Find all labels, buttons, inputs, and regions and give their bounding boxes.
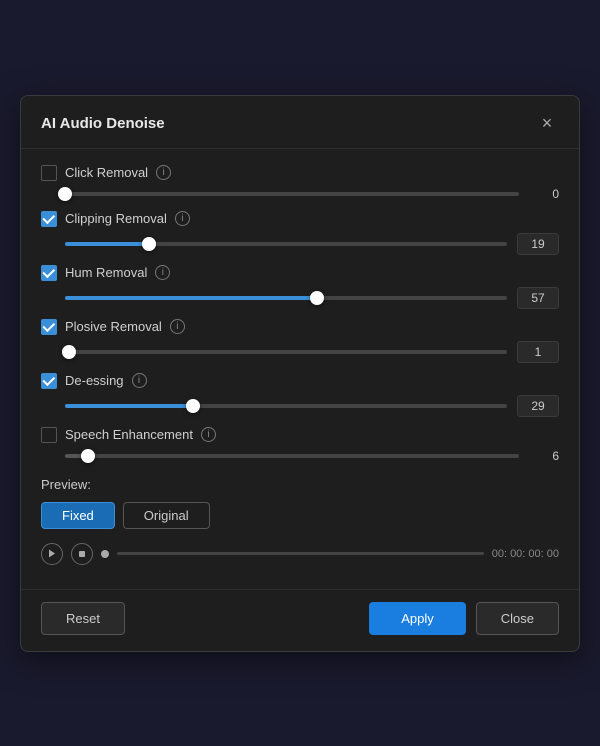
playback-dot — [101, 550, 109, 558]
original-button[interactable]: Original — [123, 502, 210, 529]
checkbox-hum-removal[interactable] — [41, 265, 57, 281]
checkbox-speech-enhancement[interactable] — [41, 427, 57, 443]
playback-time: 00: 00: 00: 00 — [492, 548, 559, 560]
slider-thumb-clipping-removal[interactable] — [142, 237, 156, 251]
info-icon-click-removal[interactable]: i — [156, 165, 171, 180]
slider-row-speech-enhancement: 6 — [41, 449, 559, 463]
control-row-click-removal: Click Removal i 0 — [41, 165, 559, 201]
checkbox-plosive-removal[interactable] — [41, 319, 57, 335]
reset-button[interactable]: Reset — [41, 602, 125, 635]
dialog-title: AI Audio Denoise — [41, 115, 165, 132]
slider-track-container-clipping-removal — [65, 242, 507, 246]
slider-fill-de-essing — [65, 404, 193, 408]
control-header-speech-enhancement: Speech Enhancement i — [41, 427, 559, 443]
control-row-de-essing: De-essing i 29 — [41, 373, 559, 417]
slider-row-clipping-removal: 19 — [41, 233, 559, 255]
slider-value-speech-enhancement: 6 — [529, 449, 559, 463]
control-row-speech-enhancement: Speech Enhancement i 6 — [41, 427, 559, 463]
control-row-hum-removal: Hum Removal i 57 — [41, 265, 559, 309]
slider-track-hum-removal[interactable] — [65, 296, 507, 300]
slider-thumb-click-removal[interactable] — [58, 187, 72, 201]
close-button[interactable]: Close — [476, 602, 559, 635]
label-hum-removal: Hum Removal — [65, 265, 147, 280]
stop-icon — [78, 550, 86, 558]
control-row-plosive-removal: Plosive Removal i 1 — [41, 319, 559, 363]
label-speech-enhancement: Speech Enhancement — [65, 427, 193, 442]
play-button[interactable] — [41, 543, 63, 565]
slider-track-container-click-removal — [65, 192, 519, 196]
checkbox-de-essing[interactable] — [41, 373, 57, 389]
slider-value-de-essing[interactable]: 29 — [517, 395, 559, 417]
slider-thumb-speech-enhancement[interactable] — [81, 449, 95, 463]
playback-track[interactable] — [117, 552, 484, 555]
slider-value-hum-removal[interactable]: 57 — [517, 287, 559, 309]
info-icon-plosive-removal[interactable]: i — [170, 319, 185, 334]
slider-track-click-removal[interactable] — [65, 192, 519, 196]
slider-row-de-essing: 29 — [41, 395, 559, 417]
info-icon-speech-enhancement[interactable]: i — [201, 427, 216, 442]
label-clipping-removal: Clipping Removal — [65, 211, 167, 226]
slider-thumb-plosive-removal[interactable] — [62, 345, 76, 359]
info-icon-hum-removal[interactable]: i — [155, 265, 170, 280]
checkbox-click-removal[interactable] — [41, 165, 57, 181]
slider-track-container-de-essing — [65, 404, 507, 408]
control-header-hum-removal: Hum Removal i — [41, 265, 559, 281]
preview-buttons: Fixed Original — [41, 502, 559, 529]
fixed-button[interactable]: Fixed — [41, 502, 115, 529]
slider-value-click-removal: 0 — [529, 187, 559, 201]
label-plosive-removal: Plosive Removal — [65, 319, 162, 334]
slider-track-container-hum-removal — [65, 296, 507, 300]
slider-row-hum-removal: 57 — [41, 287, 559, 309]
dialog-close-button[interactable]: × — [535, 112, 559, 136]
control-header-de-essing: De-essing i — [41, 373, 559, 389]
control-row-clipping-removal: Clipping Removal i 19 — [41, 211, 559, 255]
dialog-footer: Reset Apply Close — [21, 589, 579, 651]
control-header-plosive-removal: Plosive Removal i — [41, 319, 559, 335]
slider-value-clipping-removal[interactable]: 19 — [517, 233, 559, 255]
control-header-clipping-removal: Clipping Removal i — [41, 211, 559, 227]
slider-track-container-speech-enhancement — [65, 454, 519, 458]
slider-track-de-essing[interactable] — [65, 404, 507, 408]
play-icon — [48, 549, 56, 558]
slider-thumb-de-essing[interactable] — [186, 399, 200, 413]
slider-track-plosive-removal[interactable] — [65, 350, 507, 354]
label-de-essing: De-essing — [65, 373, 124, 388]
slider-row-click-removal: 0 — [41, 187, 559, 201]
slider-fill-clipping-removal — [65, 242, 149, 246]
slider-thumb-hum-removal[interactable] — [310, 291, 324, 305]
footer-right: Apply Close — [369, 602, 559, 635]
slider-fill-hum-removal — [65, 296, 317, 300]
stop-button[interactable] — [71, 543, 93, 565]
playback-row: 00: 00: 00: 00 — [41, 543, 559, 565]
apply-button[interactable]: Apply — [369, 602, 466, 635]
dialog-body: Click Removal i 0 Clipping Removal i 19 Hum Re… — [21, 149, 579, 581]
slider-track-clipping-removal[interactable] — [65, 242, 507, 246]
slider-track-container-plosive-removal — [65, 350, 507, 354]
controls-container: Click Removal i 0 Clipping Removal i 19 Hum Re… — [41, 165, 559, 463]
control-header-click-removal: Click Removal i — [41, 165, 559, 181]
slider-track-speech-enhancement[interactable] — [65, 454, 519, 458]
label-click-removal: Click Removal — [65, 165, 148, 180]
preview-label: Preview: — [41, 477, 559, 492]
checkbox-clipping-removal[interactable] — [41, 211, 57, 227]
slider-value-plosive-removal[interactable]: 1 — [517, 341, 559, 363]
info-icon-de-essing[interactable]: i — [132, 373, 147, 388]
ai-audio-denoise-dialog: AI Audio Denoise × Click Removal i 0 Clippi… — [20, 95, 580, 652]
slider-row-plosive-removal: 1 — [41, 341, 559, 363]
info-icon-clipping-removal[interactable]: i — [175, 211, 190, 226]
preview-section: Preview: Fixed Original 00: 00: — [41, 477, 559, 565]
dialog-header: AI Audio Denoise × — [21, 96, 579, 149]
